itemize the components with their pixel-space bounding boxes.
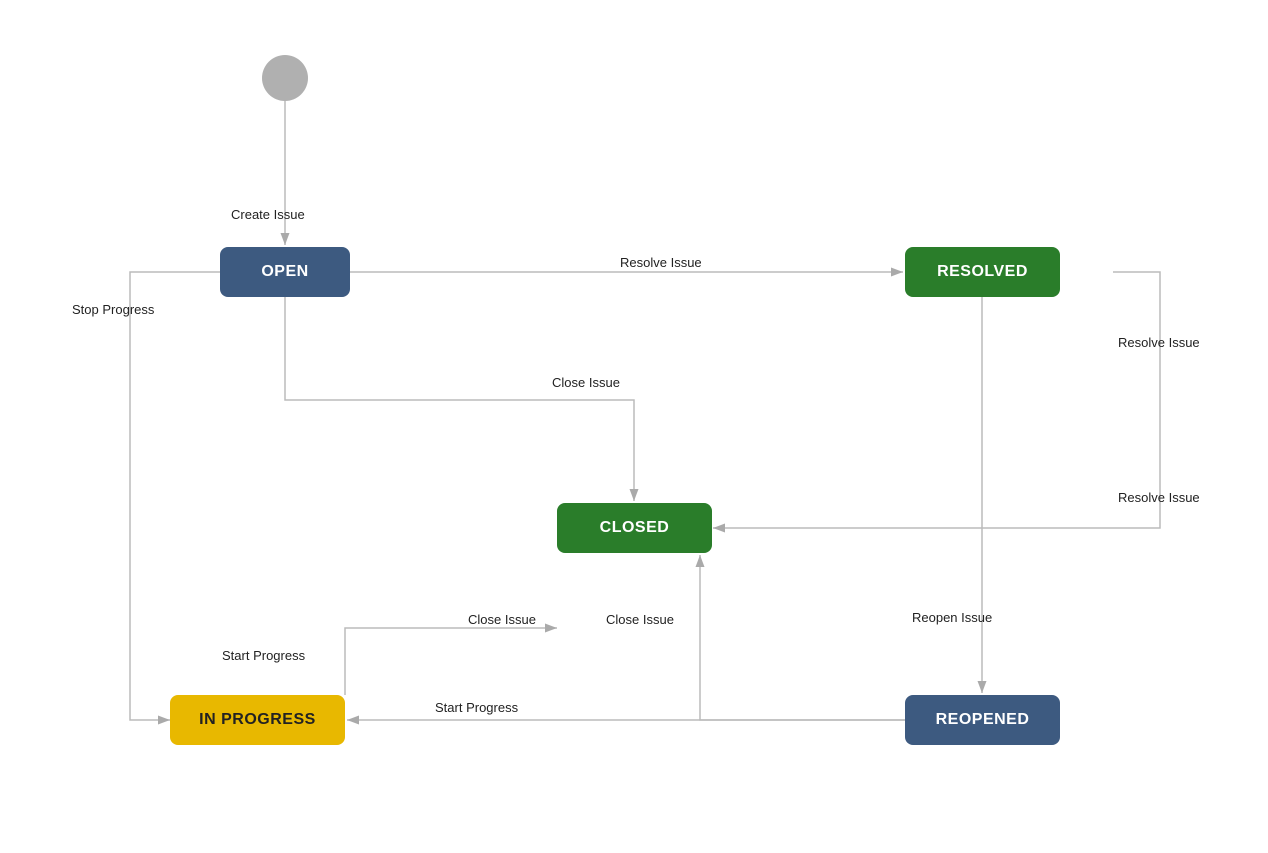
- state-resolved-label: RESOLVED: [937, 263, 1028, 281]
- diagram-container: OPEN RESOLVED CLOSED IN PROGRESS REOPENE…: [0, 0, 1268, 853]
- state-inprogress-label: IN PROGRESS: [199, 711, 316, 729]
- state-resolved[interactable]: RESOLVED: [905, 247, 1060, 297]
- start-node: [262, 55, 308, 101]
- label-stop-progress: Stop Progress: [72, 302, 154, 317]
- label-reopen-issue: Reopen Issue: [912, 610, 992, 625]
- label-resolve-issue-3: Resolve Issue: [1118, 490, 1200, 505]
- label-resolve-issue-1: Resolve Issue: [620, 255, 702, 270]
- label-start-progress-1: Start Progress: [222, 648, 305, 663]
- label-start-progress-2: Start Progress: [435, 700, 518, 715]
- state-reopened[interactable]: REOPENED: [905, 695, 1060, 745]
- label-create-issue: Create Issue: [231, 207, 305, 222]
- state-inprogress[interactable]: IN PROGRESS: [170, 695, 345, 745]
- label-close-issue-3: Close Issue: [606, 612, 674, 627]
- state-closed-label: CLOSED: [600, 519, 670, 537]
- state-closed[interactable]: CLOSED: [557, 503, 712, 553]
- label-close-issue-2: Close Issue: [468, 612, 536, 627]
- state-open[interactable]: OPEN: [220, 247, 350, 297]
- state-open-label: OPEN: [261, 263, 308, 281]
- state-reopened-label: REOPENED: [936, 711, 1030, 729]
- label-close-issue-1: Close Issue: [552, 375, 620, 390]
- label-resolve-issue-2: Resolve Issue: [1118, 335, 1200, 350]
